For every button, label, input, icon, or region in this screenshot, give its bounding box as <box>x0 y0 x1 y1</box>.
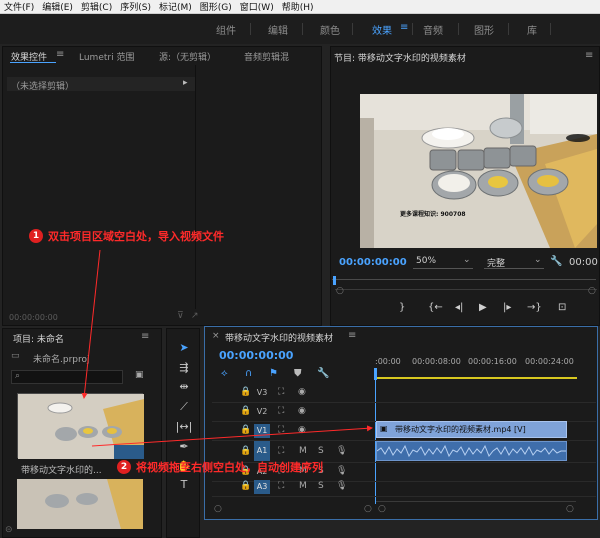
annotation-step2-badge: 2 <box>117 460 131 474</box>
annotation-step2-text: 将视频拖至右侧空白处，自动创建序列 <box>136 461 323 474</box>
annotation-arrows <box>81 249 373 447</box>
annotation-step1-badge: 1 <box>29 229 43 243</box>
annotation-step1-text: 双击项目区域空白处，导入视频文件 <box>48 230 224 243</box>
